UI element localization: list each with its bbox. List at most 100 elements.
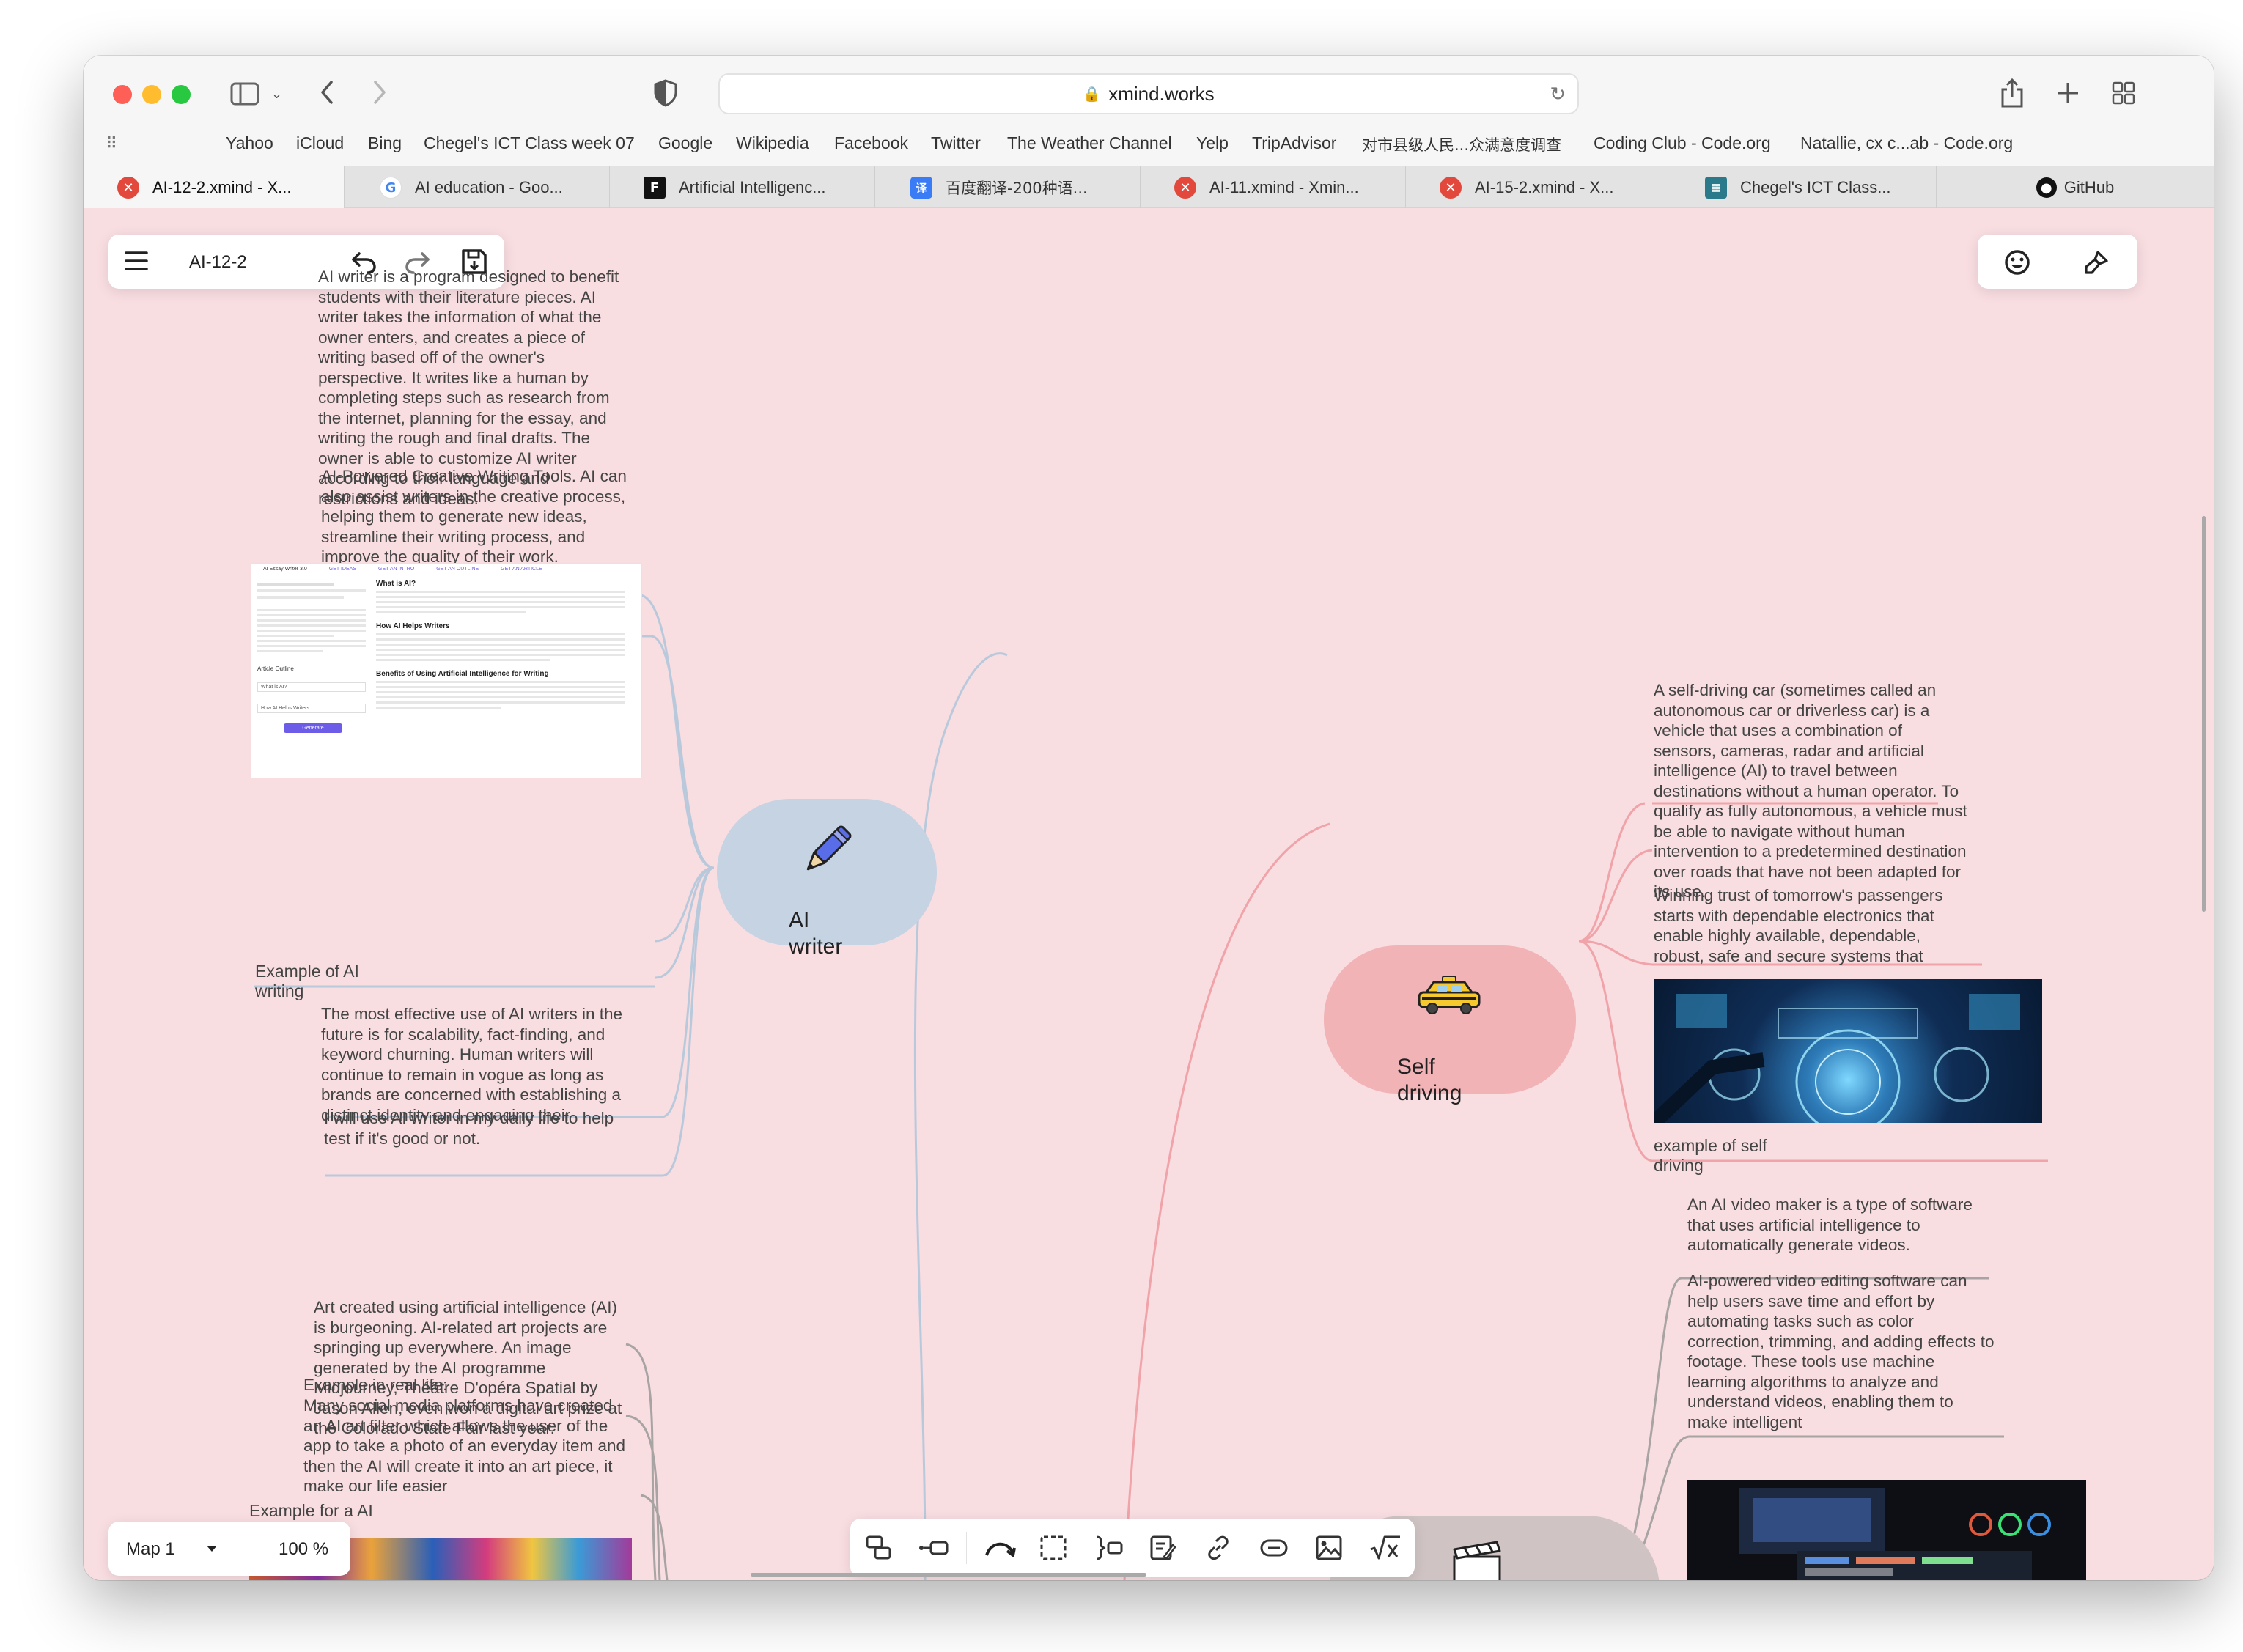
ai-writer-note-3[interactable]: The most effective use of AI writers in … (321, 1004, 644, 1121)
self-driving-image[interactable] (1654, 979, 2042, 1123)
summary-icon[interactable] (1094, 1535, 1124, 1563)
ai-writer-caption[interactable]: Example of AI writing (255, 962, 402, 1001)
tab-label: AI-11.xmind - Xmin... (1209, 178, 1359, 196)
bookmark-tripadvisor[interactable]: TripAdvisor (1252, 133, 1336, 153)
new-tab-icon[interactable] (2055, 81, 2080, 108)
tab-label: AI-15-2.xmind - X... (1475, 178, 1614, 196)
bookmark-wikipedia[interactable]: Wikipedia (736, 133, 809, 153)
tab-github[interactable]: ● GitHub (1937, 166, 2214, 209)
ai-writer-note-4[interactable]: I will use AI writer in my daily life to… (324, 1108, 632, 1148)
format-brush-icon[interactable] (2083, 249, 2110, 278)
bookmark-coding-club[interactable]: Coding Club - Code.org (1594, 133, 1771, 153)
zoom-level[interactable]: 100 % (279, 1539, 328, 1560)
relationship-icon[interactable] (984, 1536, 1016, 1562)
topic-icon[interactable] (865, 1535, 893, 1563)
zoom-window-button[interactable] (172, 85, 191, 104)
bookmark-facebook[interactable]: Facebook (834, 133, 908, 153)
self-driving-note-1[interactable]: A self-driving car (sometimes called an … (1654, 680, 1969, 913)
ai-writer-note-2[interactable]: AI-Powered Creative Writing Tools. AI ca… (321, 466, 636, 579)
shield-icon[interactable] (654, 79, 677, 109)
bookmark-icloud[interactable]: iCloud (296, 133, 344, 153)
ai-writer-example-image[interactable]: AI Essay Writer 3.0 GET IDEAS GET AN INT… (251, 563, 642, 778)
subtopic-icon[interactable] (918, 1538, 950, 1560)
tab-ai-education[interactable]: G AI education - Goo... (345, 166, 610, 209)
back-arrow-icon[interactable] (318, 78, 336, 109)
map-name[interactable]: Map 1 (126, 1539, 175, 1560)
mock-heading: What is AI? (376, 580, 416, 588)
bookmark-yahoo[interactable]: Yahoo (226, 133, 273, 153)
xmind-icon: ✕ (1440, 177, 1462, 199)
mock-generate-button: Generate (284, 723, 342, 733)
tab-ai-11[interactable]: ✕ AI-11.xmind - Xmin... (1141, 166, 1406, 209)
bookmark-bing[interactable]: Bing (368, 133, 402, 153)
mock-tab: GET AN ARTICLE (501, 567, 542, 572)
bookmark-chegel-ict[interactable]: Chegel's ICT Class week 07 (424, 133, 635, 153)
tab-ai-12-2[interactable]: ✕ AI-12-2.xmind - X... (84, 166, 345, 209)
forbes-icon: F (644, 177, 666, 199)
github-icon: ● (2036, 177, 2057, 198)
ai-video-note-2[interactable]: AI-powered video editing software can he… (1687, 1271, 1995, 1432)
code-icon: ▦ (1705, 177, 1727, 199)
xmind-icon: ✕ (117, 177, 139, 199)
self-driving-note-2[interactable]: Winning trust of tomorrow's passengers s… (1654, 885, 1962, 969)
tab-ai-15-2[interactable]: ✕ AI-15-2.xmind - X... (1406, 166, 1671, 209)
ai-video-note-1[interactable]: An AI video maker is a type of software … (1687, 1195, 1981, 1275)
clapperboard-icon (1451, 1541, 1503, 1580)
sticker-icon[interactable] (2004, 249, 2030, 278)
mock-outline-label: Article Outline (257, 665, 294, 672)
taxi-icon (1416, 975, 1482, 1018)
google-icon: G (380, 177, 402, 199)
ai-art-note-2[interactable]: Example in real life: (303, 1375, 523, 1395)
tab-label: Chegel's ICT Class... (1740, 178, 1891, 196)
image-icon[interactable] (1315, 1535, 1343, 1563)
browser-toolbar: ⌄ 🔒 xmind.works ↻ ⠿ Yahoo iCloud Bing Ch… (84, 56, 2214, 166)
boundary-icon[interactable] (1039, 1535, 1067, 1563)
forward-arrow-icon[interactable] (371, 78, 388, 109)
note-icon[interactable] (1149, 1535, 1176, 1563)
chevron-down-icon[interactable]: ⌄ (271, 88, 282, 101)
style-toolbar (1978, 235, 2137, 289)
url-text: xmind.works (1108, 82, 1215, 105)
mock-tab: GET AN INTRO (378, 567, 415, 572)
self-driving-caption[interactable]: example of self driving (1654, 1136, 1815, 1176)
pen-icon (796, 821, 856, 883)
tab-label: AI-12-2.xmind - X... (152, 178, 292, 196)
bookmark-weather-channel[interactable]: The Weather Channel (1007, 133, 1172, 153)
caret-down-icon[interactable] (205, 1544, 218, 1555)
tab-baidu-translate[interactable]: 译 百度翻译-200种语... (875, 166, 1141, 209)
tab-artificial-intelligence[interactable]: F Artificial Intelligenc... (610, 166, 875, 209)
link-icon[interactable] (1205, 1535, 1231, 1563)
address-bar[interactable]: 🔒 xmind.works ↻ (718, 73, 1579, 114)
topic-ai-writer[interactable]: AI writer (717, 799, 937, 959)
label-icon[interactable] (1259, 1538, 1289, 1560)
tab-chegel-ict[interactable]: ▦ Chegel's ICT Class... (1671, 166, 1937, 209)
tab-overview-icon[interactable] (2111, 81, 2136, 108)
bookmark-google[interactable]: Google (658, 133, 712, 153)
sidebar-toggle-icon[interactable] (230, 82, 259, 108)
mock-tab: GET AN OUTLINE (436, 567, 479, 572)
file-name[interactable]: AI-12-2 (189, 252, 247, 273)
share-icon[interactable] (2000, 78, 2025, 111)
reload-icon[interactable]: ↻ (1550, 84, 1566, 106)
mock-outline-item: What is AI? (257, 682, 366, 692)
xmind-icon: ✕ (1174, 177, 1196, 199)
minimize-window-button[interactable] (142, 85, 161, 104)
topic-label: Self driving (1397, 1055, 1462, 1105)
apps-grid-icon[interactable]: ⠿ (106, 135, 117, 153)
ai-art-note-3[interactable]: Many social media platforms have created… (303, 1395, 626, 1505)
vertical-scrollbar[interactable] (2202, 516, 2206, 912)
mock-tab: GET IDEAS (328, 567, 356, 572)
bookmark-survey[interactable]: 对市县级人民...众满意度调查 (1362, 133, 1561, 155)
tab-bar: ✕ AI-12-2.xmind - X... G AI education - … (84, 166, 2214, 209)
topic-self-driving[interactable]: Self driving (1324, 945, 1576, 1105)
bookmark-twitter[interactable]: Twitter (931, 133, 981, 153)
browser-window: ⌄ 🔒 xmind.works ↻ ⠿ Yahoo iCloud Bing Ch… (84, 56, 2214, 1580)
bookmark-natallie[interactable]: Natallie, cx c...ab - Code.org (1800, 133, 2013, 153)
mindmap-canvas[interactable]: AI-12-2 AI writer is a program designed … (84, 208, 2214, 1580)
close-window-button[interactable] (113, 85, 132, 104)
equation-icon[interactable] (1369, 1535, 1402, 1563)
horizontal-scrollbar[interactable] (751, 1573, 1146, 1577)
bookmark-yelp[interactable]: Yelp (1196, 133, 1229, 153)
menu-icon[interactable] (125, 251, 148, 273)
ai-video-image[interactable] (1687, 1480, 2086, 1580)
